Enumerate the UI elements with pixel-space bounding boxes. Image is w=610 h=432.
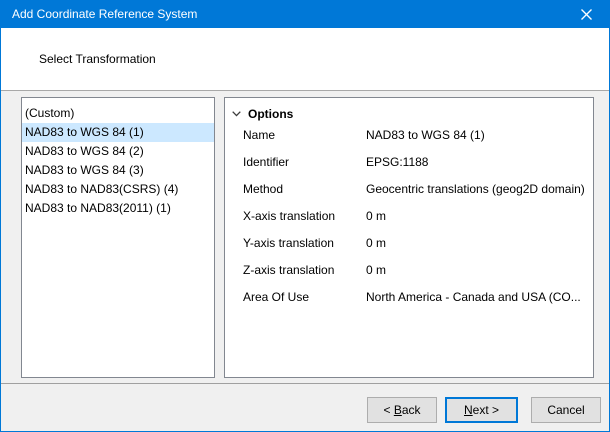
- back-button[interactable]: < Back: [367, 397, 437, 423]
- wizard-page: (Custom)NAD83 to WGS 84 (1)NAD83 to WGS …: [1, 91, 609, 383]
- option-row: IdentifierEPSG:1188: [225, 155, 593, 182]
- next-button[interactable]: Next >: [445, 397, 518, 423]
- wizard-subtitle: Select Transformation: [39, 52, 156, 66]
- option-value: 0 m: [366, 263, 593, 277]
- options-header-label: Options: [248, 107, 293, 121]
- option-row: NameNAD83 to WGS 84 (1): [225, 128, 593, 155]
- options-group-header[interactable]: Options: [225, 98, 593, 121]
- option-label: X-axis translation: [243, 209, 366, 223]
- button-bar: < Back Next > Cancel: [1, 383, 609, 431]
- option-label: Method: [243, 182, 366, 196]
- option-label: Area Of Use: [243, 290, 366, 304]
- wizard-header: Select Transformation: [1, 28, 609, 91]
- list-item[interactable]: NAD83 to NAD83(CSRS) (4): [22, 180, 214, 199]
- option-value: 0 m: [366, 236, 593, 250]
- list-item[interactable]: NAD83 to WGS 84 (2): [22, 142, 214, 161]
- option-label: Identifier: [243, 155, 366, 169]
- option-label: Name: [243, 128, 366, 142]
- option-row: Z-axis translation0 m: [225, 263, 593, 290]
- dialog-window: Add Coordinate Reference System Select T…: [0, 0, 610, 432]
- option-value: NAD83 to WGS 84 (1): [366, 128, 593, 142]
- option-value: North America - Canada and USA (CO...: [366, 290, 593, 304]
- option-row: MethodGeocentric translations (geog2D do…: [225, 182, 593, 209]
- option-row: Y-axis translation0 m: [225, 236, 593, 263]
- option-value: Geocentric translations (geog2D domain): [366, 182, 593, 196]
- chevron-down-icon: [232, 111, 241, 117]
- transformation-list[interactable]: (Custom)NAD83 to WGS 84 (1)NAD83 to WGS …: [21, 97, 215, 378]
- list-item[interactable]: NAD83 to WGS 84 (1): [22, 123, 214, 142]
- option-row: Area Of UseNorth America - Canada and US…: [225, 290, 593, 317]
- option-label: Z-axis translation: [243, 263, 366, 277]
- cancel-button[interactable]: Cancel: [531, 397, 601, 423]
- option-row: X-axis translation0 m: [225, 209, 593, 236]
- option-value: 0 m: [366, 209, 593, 223]
- close-button[interactable]: [564, 0, 609, 28]
- list-item[interactable]: NAD83 to NAD83(2011) (1): [22, 199, 214, 218]
- title-bar: Add Coordinate Reference System: [1, 0, 609, 28]
- options-panel: Options NameNAD83 to WGS 84 (1)Identifie…: [224, 97, 594, 378]
- options-rows: NameNAD83 to WGS 84 (1)IdentifierEPSG:11…: [225, 128, 593, 317]
- list-item[interactable]: NAD83 to WGS 84 (3): [22, 161, 214, 180]
- list-item[interactable]: (Custom): [22, 104, 214, 123]
- option-value: EPSG:1188: [366, 155, 593, 169]
- option-label: Y-axis translation: [243, 236, 366, 250]
- window-title: Add Coordinate Reference System: [1, 7, 197, 21]
- close-icon: [581, 9, 592, 20]
